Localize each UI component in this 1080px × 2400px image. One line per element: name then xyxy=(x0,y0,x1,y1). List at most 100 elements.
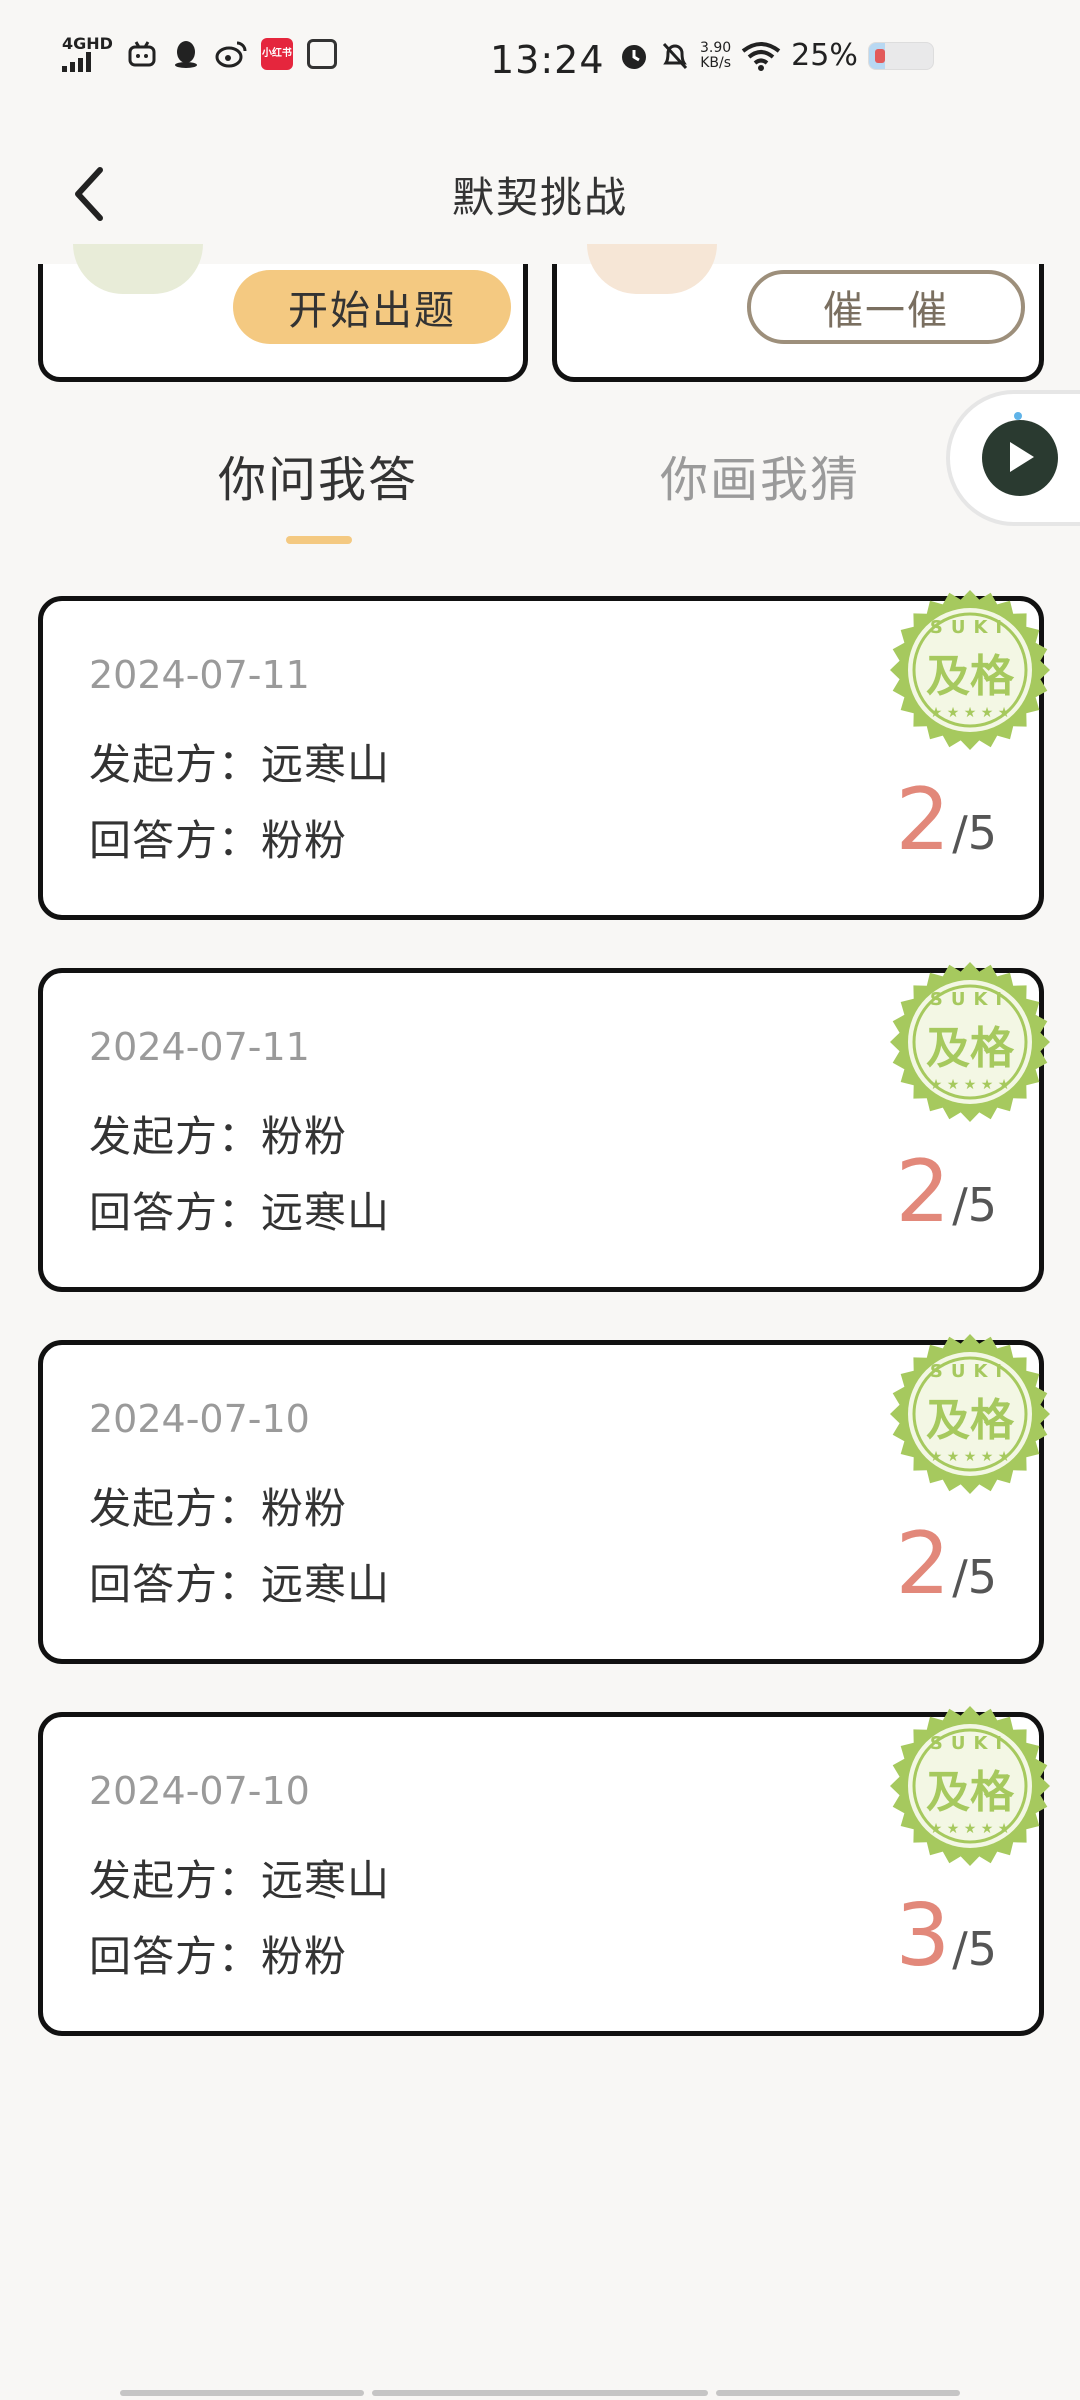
record-initiator: 发起方：远寒山 xyxy=(89,731,390,792)
status-left-icons: 4GHD 小红书 xyxy=(62,36,337,72)
record-initiator: 发起方：远寒山 xyxy=(89,1847,390,1908)
xiaohongshu-icon: 小红书 xyxy=(260,38,293,70)
score-total: /5 xyxy=(952,1922,997,1976)
challenge-record-card[interactable]: 2024-07-11 发起方：粉粉 回答方：远寒山 2/5 SUKI 及格 ★ ★ ★ ★ … xyxy=(38,962,1050,1292)
page: 4GHD 小红书 13:24 3.90 KB/s 25% 默契挑战 开始出题 催… xyxy=(0,0,1080,2400)
initiator-label: 发起方： xyxy=(89,1856,262,1905)
silent-bell-icon xyxy=(662,42,688,69)
score-total: /5 xyxy=(952,806,997,860)
initiator-label: 发起方： xyxy=(89,740,262,789)
battery-percent: 25% xyxy=(791,38,858,73)
challenge-record-card[interactable]: 2024-07-11 发起方：远寒山 回答方：粉粉 2/5 SUKI 及格 ★ ★ ★ ★ … xyxy=(38,590,1050,920)
initiator-name: 远寒山 xyxy=(261,1856,391,1905)
record-score: 2/5 xyxy=(896,777,997,863)
header: 默契挑战 xyxy=(0,124,1080,264)
page-title: 默契挑战 xyxy=(451,173,628,222)
stamp-brand: SUKI xyxy=(930,989,1010,1010)
speed-unit: KB/s xyxy=(700,54,731,71)
record-answerer: 回答方：远寒山 xyxy=(89,1551,390,1612)
answerer-label: 回答方： xyxy=(89,1560,262,1609)
pass-stamp-icon: SUKI 及格 ★ ★ ★ ★ ★ xyxy=(890,1334,1050,1494)
pass-stamp-icon: SUKI 及格 ★ ★ ★ ★ ★ xyxy=(890,590,1050,750)
record-initiator: 发起方：粉粉 xyxy=(89,1103,347,1164)
stamp-text: 及格 xyxy=(926,1395,1015,1446)
network-speed: 3.90 KB/s xyxy=(700,39,732,71)
home-indicator-segment xyxy=(372,2390,708,2396)
initiator-name: 粉粉 xyxy=(261,1112,348,1161)
record-answerer: 回答方：粉粉 xyxy=(89,807,347,868)
score-value: 2 xyxy=(895,1514,951,1614)
active-tab-indicator xyxy=(286,536,352,544)
record-score: 3/5 xyxy=(896,1893,997,1979)
answerer-label: 回答方： xyxy=(89,1188,262,1237)
stamp-text: 及格 xyxy=(926,1767,1015,1818)
cellular-signal-icon: 4GHD xyxy=(62,36,113,72)
urge-card: 催一催 xyxy=(552,244,1044,382)
svg-text:★ ★ ★ ★ ★: ★ ★ ★ ★ ★ xyxy=(930,1449,1011,1465)
battery-icon xyxy=(867,41,934,70)
initiator-name: 远寒山 xyxy=(261,740,391,789)
answerer-name: 远寒山 xyxy=(261,1560,391,1609)
record-score: 2/5 xyxy=(896,1149,997,1235)
start-question-button[interactable]: 开始出题 xyxy=(233,270,511,344)
pass-stamp-icon: SUKI 及格 ★ ★ ★ ★ ★ xyxy=(890,1706,1050,1866)
score-value: 3 xyxy=(895,1886,951,1986)
initiator-label: 发起方： xyxy=(89,1484,262,1533)
record-date: 2024-07-11 xyxy=(89,1025,310,1069)
status-time: 13:24 xyxy=(490,38,605,82)
answerer-label: 回答方： xyxy=(89,816,262,865)
question-card: 开始出题 xyxy=(38,244,528,382)
record-initiator: 发起方：粉粉 xyxy=(89,1475,347,1536)
answerer-name: 粉粉 xyxy=(261,816,348,865)
challenge-record-card[interactable]: 2024-07-10 发起方：粉粉 回答方：远寒山 2/5 SUKI 及格 ★ ★ ★ ★ … xyxy=(38,1334,1050,1664)
svg-text:★ ★ ★ ★ ★: ★ ★ ★ ★ ★ xyxy=(930,1821,1011,1837)
speed-value: 3.90 xyxy=(700,39,732,56)
initiator-label: 发起方： xyxy=(89,1112,262,1161)
record-score: 2/5 xyxy=(896,1521,997,1607)
tab-draw-guess[interactable]: 你画我猜 xyxy=(660,440,860,510)
tab-bar: 你问我答 你画我猜 xyxy=(0,440,1080,550)
record-date: 2024-07-11 xyxy=(89,653,310,697)
stamp-brand: SUKI xyxy=(930,1361,1010,1382)
stamp-text: 及格 xyxy=(926,651,1015,702)
answerer-name: 远寒山 xyxy=(261,1188,391,1237)
status-right-icons: 3.90 KB/s 25% xyxy=(618,38,934,73)
record-date: 2024-07-10 xyxy=(89,1397,310,1441)
network-type: 4GHD xyxy=(62,34,113,53)
answerer-name: 粉粉 xyxy=(261,1932,348,1981)
urge-button[interactable]: 催一催 xyxy=(747,270,1025,344)
home-indicator-segment xyxy=(120,2390,364,2396)
challenge-record-card[interactable]: 2024-07-10 发起方：远寒山 回答方：粉粉 3/5 SUKI 及格 ★ ★ ★ ★ … xyxy=(38,1706,1050,2036)
initiator-name: 粉粉 xyxy=(261,1484,348,1533)
svg-text:★ ★ ★ ★ ★: ★ ★ ★ ★ ★ xyxy=(930,705,1011,721)
qq-icon xyxy=(174,41,197,68)
video-thumbnail[interactable] xyxy=(982,420,1058,496)
bilibili-icon xyxy=(128,41,156,67)
weibo-icon xyxy=(215,41,247,68)
battery-saver-mark xyxy=(874,48,885,63)
home-indicator-segment xyxy=(716,2390,960,2396)
pass-stamp-icon: SUKI 及格 ★ ★ ★ ★ ★ xyxy=(890,962,1050,1122)
notification-dot xyxy=(1014,412,1022,420)
record-answerer: 回答方：远寒山 xyxy=(89,1179,390,1240)
stamp-brand: SUKI xyxy=(930,1733,1010,1754)
play-icon xyxy=(1010,442,1034,472)
answerer-label: 回答方： xyxy=(89,1932,262,1981)
score-value: 2 xyxy=(895,770,951,870)
avatar-decoration xyxy=(73,244,203,294)
score-total: /5 xyxy=(952,1550,997,1604)
stamp-brand: SUKI xyxy=(930,617,1010,638)
record-date: 2024-07-10 xyxy=(89,1769,310,1813)
svg-text:★ ★ ★ ★ ★: ★ ★ ★ ★ ★ xyxy=(930,1077,1011,1093)
app-notification-icon xyxy=(306,39,337,69)
wifi-icon xyxy=(741,41,781,71)
avatar-decoration xyxy=(587,244,717,294)
record-answerer: 回答方：粉粉 xyxy=(89,1923,347,1984)
tab-qa[interactable]: 你问我答 xyxy=(218,440,418,510)
status-bar: 4GHD 小红书 13:24 3.90 KB/s 25% xyxy=(0,0,1080,124)
stamp-text: 及格 xyxy=(926,1023,1015,1074)
score-value: 2 xyxy=(895,1142,951,1242)
floating-video-bubble[interactable] xyxy=(946,390,1080,526)
alarm-icon xyxy=(622,44,646,69)
score-total: /5 xyxy=(952,1178,997,1232)
